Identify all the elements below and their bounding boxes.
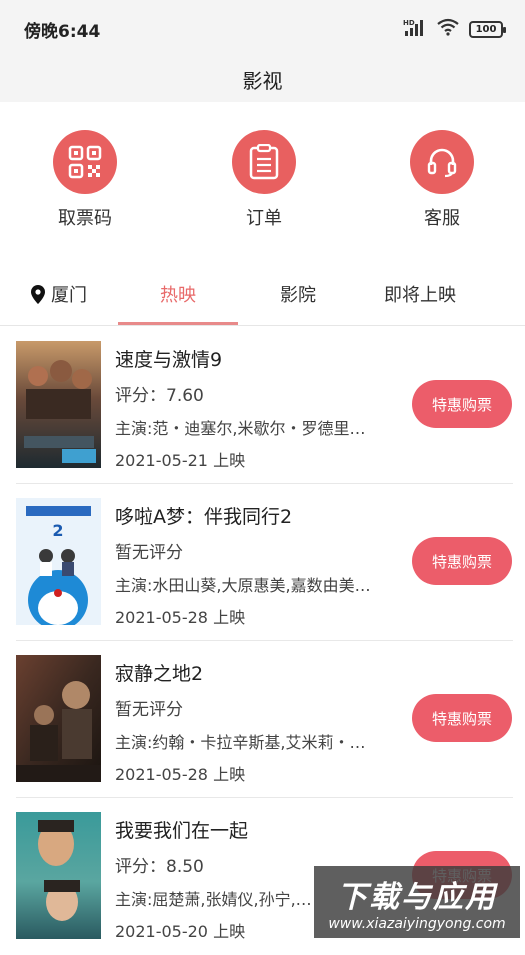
svg-text:2: 2 — [52, 521, 63, 540]
movie-score: 暂无评分 — [115, 700, 183, 720]
movie-poster — [16, 341, 101, 468]
movie-poster — [16, 655, 101, 782]
movie-title: 速度与激情9 — [115, 349, 223, 371]
watermark: 下载与应用 www.xiazaiyingyong.com — [314, 866, 520, 938]
city-selector[interactable]: 厦门 — [14, 262, 104, 326]
movie-cast: 主演:水田山葵,大原惠美,嘉数由美… — [115, 576, 371, 595]
status-time: 傍晚6:44 — [24, 22, 101, 42]
movie-score: 评分：8.50 — [115, 857, 204, 877]
ticket-code-label: 取票码 — [58, 208, 112, 229]
movie-release-date: 2021-05-21 上映 — [115, 451, 246, 470]
quick-actions: 取票码 订单 客服 — [0, 102, 525, 240]
headset-icon — [410, 130, 474, 194]
movie-title: 哆啦A梦：伴我同行2 — [115, 506, 293, 528]
movie-title: 我要我们在一起 — [115, 820, 249, 842]
status-bar: 傍晚6:44 HD 100 — [0, 0, 525, 56]
title-bar: 影视 — [0, 56, 525, 102]
order-list-icon — [232, 130, 296, 194]
hd-label: HD — [403, 19, 415, 27]
buy-ticket-button[interactable]: 特惠购票 — [412, 694, 512, 742]
location-pin-icon — [31, 284, 45, 304]
movie-poster — [16, 812, 101, 939]
buy-ticket-button[interactable]: 特惠购票 — [412, 380, 512, 428]
active-tab-indicator — [118, 322, 238, 325]
tab-cinemas[interactable]: 影院 — [238, 262, 358, 326]
city-label: 厦门 — [51, 285, 87, 306]
movie-item[interactable]: 2 哆啦A梦：伴我同行2 暂无评分 主演:水田山葵,大原惠美,嘉数由美… 202… — [0, 484, 525, 641]
movie-cast: 主演:范・迪塞尔,米歇尔・罗德里… — [115, 419, 366, 438]
movie-score: 暂无评分 — [115, 543, 183, 563]
orders-label: 订单 — [246, 208, 282, 229]
ticket-code-button[interactable]: 取票码 — [25, 130, 145, 230]
watermark-url: www.xiazaiyingyong.com — [328, 916, 506, 932]
movie-cast: 主演:约翰・卡拉辛斯基,艾米莉・… — [115, 733, 366, 752]
movie-release-date: 2021-05-28 上映 — [115, 608, 246, 627]
movie-poster: 2 — [16, 498, 101, 625]
orders-button[interactable]: 订单 — [204, 130, 324, 230]
customer-service-label: 客服 — [424, 208, 460, 229]
tab-bar: 厦门 热映 影院 即将上映 — [0, 262, 525, 326]
watermark-text: 下载与应用 — [337, 880, 497, 915]
buy-ticket-button[interactable]: 特惠购票 — [412, 537, 512, 585]
tab-now-showing[interactable]: 热映 — [118, 262, 238, 326]
movie-title: 寂静之地2 — [115, 663, 204, 685]
movie-item[interactable]: 寂静之地2 暂无评分 主演:约翰・卡拉辛斯基,艾米莉・… 2021-05-28 … — [0, 641, 525, 798]
qr-code-icon — [53, 130, 117, 194]
page-title: 影视 — [242, 68, 283, 93]
wifi-icon — [437, 18, 459, 40]
status-icons: HD 100 — [403, 18, 506, 40]
movie-release-date: 2021-05-20 上映 — [115, 922, 246, 941]
customer-service-button[interactable]: 客服 — [382, 130, 502, 230]
tab-coming-soon[interactable]: 即将上映 — [360, 262, 480, 326]
signal-icon: HD — [403, 18, 427, 40]
movie-score: 评分：7.60 — [115, 386, 204, 406]
movie-release-date: 2021-05-28 上映 — [115, 765, 246, 784]
movie-item[interactable]: 速度与激情9 评分：7.60 主演:范・迪塞尔,米歇尔・罗德里… 2021-05… — [0, 327, 525, 484]
battery-icon: 100 — [469, 20, 506, 38]
